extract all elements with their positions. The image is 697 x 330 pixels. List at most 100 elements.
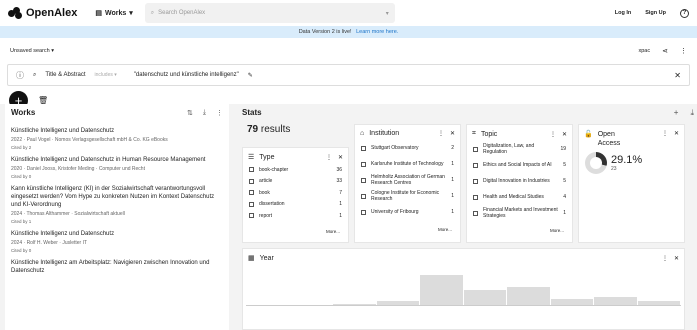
download-icon[interactable]: ⤓: [690, 108, 694, 118]
close-icon[interactable]: ✕: [674, 255, 679, 262]
top-bar: OpenAlex ▤ Works ▾ ⌕ Search OpenAlex ▾ L…: [0, 0, 697, 26]
year-bar[interactable]: [637, 301, 680, 305]
add-icon[interactable]: +: [674, 108, 679, 118]
login-button[interactable]: Log In: [615, 10, 632, 16]
facet-row[interactable]: Cologne Institute for Economic Research 1: [361, 188, 454, 204]
facet-row[interactable]: Financial Markets and Investment Strateg…: [473, 205, 566, 221]
facet-count: 4: [563, 194, 566, 200]
facet-row[interactable]: Stuttgart Observatory 2: [361, 140, 454, 156]
topic-title: Topic: [480, 130, 498, 138]
signup-button[interactable]: Sign Up: [645, 10, 666, 16]
calendar-icon: ▦: [248, 255, 255, 262]
more-link[interactable]: More...: [243, 229, 348, 234]
year-bar[interactable]: [420, 274, 463, 305]
checkbox[interactable]: [249, 201, 254, 207]
entity-dropdown[interactable]: ▤ Works ▾: [95, 9, 132, 18]
share-icon[interactable]: ⋖: [662, 47, 668, 55]
facet-label: book: [259, 189, 270, 196]
more-link[interactable]: More...: [355, 227, 460, 232]
year-bar[interactable]: [594, 297, 637, 305]
search-input[interactable]: ⌕ Search OpenAlex ▾: [144, 3, 395, 23]
main-area: Works ⇅ ⤓ ⋮ Künstliche Intelligenz und D…: [0, 104, 697, 330]
work-item[interactable]: Künstliche Intelligenz und Datenschutz 20…: [5, 224, 229, 253]
facet-row[interactable]: Digital Innovation in Industries 5: [473, 173, 566, 189]
close-icon[interactable]: ✕: [674, 71, 681, 80]
more-vert-icon[interactable]: ⋮: [216, 109, 223, 117]
checkbox[interactable]: [249, 178, 254, 184]
year-bar[interactable]: [333, 304, 376, 305]
facet-row[interactable]: book-chapter 36: [249, 164, 342, 176]
close-icon[interactable]: ✕: [562, 131, 567, 138]
topic-card: ⌗ Topic ⋮ ✕ Digitalization, Law, and Regula…: [466, 124, 573, 243]
checkbox[interactable]: [473, 210, 478, 216]
checkbox[interactable]: [473, 178, 478, 184]
facet-row[interactable]: report 1: [249, 210, 342, 222]
checkbox[interactable]: [361, 161, 366, 167]
work-item[interactable]: Künstliche Intelligenz am Arbeitsplatz: …: [5, 253, 229, 275]
more-vert-icon[interactable]: ⋮: [438, 130, 444, 137]
facet-row[interactable]: Health and Medical Studies 4: [473, 189, 566, 205]
year-bar[interactable]: [507, 287, 550, 305]
facet-row[interactable]: article 33: [249, 176, 342, 188]
work-item[interactable]: Kann künstliche Intelligenz (KI) in der …: [5, 179, 229, 224]
facet-row[interactable]: Karlsruhe Institute of Technology 1: [361, 156, 454, 172]
edit-icon[interactable]: ✎: [248, 72, 253, 79]
chevron-down-icon[interactable]: ▾: [386, 10, 389, 17]
facet-count: 1: [451, 209, 454, 215]
more-vert-icon[interactable]: ⋮: [662, 130, 668, 137]
checkbox[interactable]: [361, 145, 366, 151]
close-icon[interactable]: ✕: [450, 130, 455, 137]
checkbox[interactable]: [249, 167, 254, 173]
banner-link[interactable]: Learn more here.: [356, 29, 398, 35]
more-vert-icon[interactable]: ⋮: [662, 255, 668, 262]
facet-label: Digitalization, Law, and Regulation: [483, 143, 535, 155]
sort-icon[interactable]: ⇅: [187, 109, 193, 117]
work-title[interactable]: Künstliche Intelligenz und Datenschutz: [11, 127, 223, 135]
openalex-logo[interactable]: OpenAlex: [8, 7, 77, 19]
checkbox[interactable]: [473, 146, 478, 152]
facet-count: 1: [563, 210, 566, 216]
facet-count: 1: [451, 161, 454, 167]
facet-label: Helmholtz Association of German Research…: [371, 174, 445, 186]
facet-row[interactable]: book 7: [249, 187, 342, 199]
facet-row[interactable]: Helmholtz Association of German Research…: [361, 172, 454, 188]
more-vert-icon[interactable]: ⋮: [550, 131, 556, 138]
facet-label: book-chapter: [259, 166, 289, 173]
facet-row[interactable]: Ethics and Social Impacts of AI 5: [473, 157, 566, 173]
checkbox[interactable]: [473, 194, 478, 200]
close-icon[interactable]: ✕: [338, 154, 343, 161]
help-icon[interactable]: ?: [680, 8, 689, 18]
year-bar[interactable]: [550, 299, 593, 305]
close-icon[interactable]: ✕: [674, 130, 679, 137]
entity-label: Works: [104, 9, 127, 17]
facet-count: 36: [336, 166, 342, 173]
saved-search-dropdown[interactable]: Unsaved search ▾: [10, 48, 54, 54]
checkbox[interactable]: [473, 162, 478, 168]
checkbox[interactable]: [361, 209, 366, 215]
work-meta: 2024 · Thomas Althammer · Sozialwirtscha…: [11, 211, 125, 217]
checkbox[interactable]: [361, 177, 366, 183]
checkbox[interactable]: [249, 190, 254, 196]
checkbox[interactable]: [249, 213, 254, 219]
work-title[interactable]: Kann künstliche Intelligenz (KI) in der …: [11, 185, 223, 209]
facet-row[interactable]: Digitalization, Law, and Regulation 19: [473, 141, 566, 157]
year-bar[interactable]: [376, 301, 419, 305]
work-item[interactable]: Künstliche Intelligenz und Datenschutz 20…: [5, 121, 229, 150]
more-link[interactable]: More...: [467, 228, 572, 233]
more-vert-icon[interactable]: ⋮: [680, 47, 687, 55]
checkbox[interactable]: [361, 193, 366, 199]
year-bar[interactable]: [463, 290, 506, 305]
facet-row[interactable]: dissertation 1: [249, 199, 342, 211]
work-meta: 2020 · Daniel Jooss, Kristofer Meding · …: [11, 166, 145, 172]
facet-count: 1: [451, 177, 454, 183]
work-title[interactable]: Künstliche Intelligenz und Datenschutz: [11, 230, 223, 238]
work-title[interactable]: Künstliche Intelligenz und Datenschutz i…: [11, 156, 223, 164]
work-item[interactable]: Künstliche Intelligenz und Datenschutz i…: [5, 150, 229, 179]
more-vert-icon[interactable]: ⋮: [326, 154, 332, 161]
announcement-banner: Data Version 2 is live! Learn more here.: [0, 26, 697, 38]
facet-row[interactable]: University of Fribourg 1: [361, 204, 454, 220]
download-icon[interactable]: ⤓: [203, 109, 206, 117]
filter-operator-dropdown[interactable]: includes ▾: [95, 72, 117, 78]
filter-value[interactable]: "datenschutz und künstliche intelligenz": [134, 72, 239, 78]
work-title[interactable]: Künstliche Intelligenz am Arbeitsplatz: …: [11, 259, 223, 275]
